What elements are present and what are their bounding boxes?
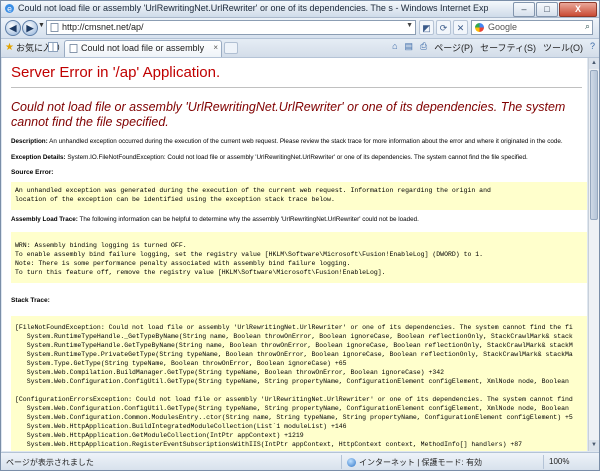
- description-label: Description:: [11, 138, 48, 145]
- url-input[interactable]: http://cmsnet.net/ap/ ▼: [46, 20, 416, 35]
- back-arrow-icon: ◀: [9, 23, 17, 33]
- minimize-button[interactable]: –: [513, 2, 535, 17]
- source-error-label: Source Error:: [11, 169, 54, 176]
- tab-label: Could not load file or assembly 'UrlRewr…: [81, 43, 206, 53]
- assembly-load-trace: Assembly Load Trace: The following infor…: [11, 216, 419, 223]
- exception-text: System.IO.FileNotFoundException: Could n…: [65, 154, 528, 161]
- assembly-trace-box: WRN: Assembly binding logging is turned …: [11, 232, 587, 283]
- forward-arrow-icon: ▶: [26, 23, 34, 33]
- description-text: An unhandled exception occurred during t…: [47, 138, 563, 145]
- close-button[interactable]: X: [559, 2, 597, 17]
- stop-icon[interactable]: ✕: [453, 20, 468, 35]
- status-bar: ページが表示されました インターネット | 保護モード: 有効 100%: [1, 452, 599, 470]
- url-text: http://cmsnet.net/ap/: [62, 22, 144, 32]
- search-engine-label: Google: [488, 22, 518, 32]
- status-divider: [543, 455, 544, 469]
- page-menu[interactable]: ページ(P): [434, 41, 473, 54]
- new-tab-button[interactable]: [224, 42, 238, 54]
- tab-close-icon[interactable]: ×: [213, 43, 218, 52]
- assembly-trace-text: The following information can be helpful…: [77, 216, 419, 223]
- google-icon: [475, 23, 484, 32]
- quick-tabs-icon[interactable]: [48, 42, 58, 52]
- refresh-icon[interactable]: ⟳: [436, 20, 451, 35]
- assembly-trace-label: Assembly Load Trace:: [11, 216, 78, 223]
- address-tools: ◩ ⟳ ✕: [419, 20, 470, 35]
- stack-trace-box: [FileNotFoundException: Could not load f…: [11, 316, 587, 451]
- star-icon: ★: [5, 42, 14, 53]
- stack-trace-label: Stack Trace:: [11, 297, 50, 304]
- globe-icon: [347, 458, 356, 467]
- description: Description: An unhandled exception occu…: [11, 138, 563, 145]
- window-controls: – □ X: [512, 2, 597, 17]
- rss-icon[interactable]: ◩: [419, 20, 434, 35]
- exception-label: Exception Details:: [11, 154, 66, 161]
- search-icon[interactable]: ⌕: [585, 21, 590, 32]
- security-zone[interactable]: インターネット | 保護モード: 有効: [347, 457, 482, 468]
- tools-menu[interactable]: ツール(O): [543, 41, 583, 54]
- address-bar: ◀ ▶ ▼ http://cmsnet.net/ap/ ▼ ◩ ⟳ ✕ Goog…: [1, 18, 599, 39]
- scroll-down-icon[interactable]: ▼: [589, 440, 599, 451]
- zoom-level[interactable]: 100%: [549, 457, 569, 466]
- ie-icon: e: [5, 4, 14, 14]
- page-icon: [69, 44, 78, 53]
- source-error-box: An unhandled exception was generated dur…: [11, 182, 587, 210]
- back-button[interactable]: ◀: [5, 20, 21, 36]
- divider: [11, 87, 582, 88]
- url-dropdown-icon[interactable]: ▼: [406, 22, 413, 29]
- svg-text:e: e: [7, 5, 12, 14]
- security-zone-text: インターネット | 保護モード: 有効: [359, 458, 482, 467]
- status-text: ページが表示されました: [6, 458, 94, 467]
- browser-window: e Could not load file or assembly 'UrlRe…: [0, 0, 600, 471]
- home-icon[interactable]: ⌂: [392, 41, 397, 54]
- vertical-scrollbar[interactable]: ▲ ▼: [588, 58, 599, 451]
- status-divider: [341, 455, 342, 469]
- scroll-thumb[interactable]: [590, 70, 598, 220]
- help-icon[interactable]: ?: [590, 41, 595, 54]
- tab-bar: ★ お気に入り Could not load file or assembly …: [1, 39, 599, 58]
- forward-button[interactable]: ▶: [22, 20, 38, 36]
- command-bar: ⌂ ▤ ⎙ ページ(P) セーフティ(S) ツール(O) ?: [385, 41, 595, 54]
- safety-menu[interactable]: セーフティ(S): [480, 41, 536, 54]
- page-content: Server Error in '/ap' Application. Could…: [2, 58, 587, 451]
- page-heading: Server Error in '/ap' Application.: [11, 64, 221, 81]
- exception-details: Exception Details: System.IO.FileNotFoun…: [11, 154, 528, 161]
- title-bar[interactable]: e Could not load file or assembly 'UrlRe…: [1, 1, 599, 18]
- tab-active[interactable]: Could not load file or assembly 'UrlRewr…: [64, 40, 222, 57]
- print-icon[interactable]: ⎙: [420, 41, 427, 54]
- scroll-up-icon[interactable]: ▲: [589, 58, 599, 69]
- window-title: Could not load file or assembly 'UrlRewr…: [18, 3, 488, 13]
- search-input[interactable]: Google ⌕: [471, 20, 593, 35]
- feeds-icon[interactable]: ▤: [405, 41, 414, 54]
- error-title: Could not load file or assembly 'UrlRewr…: [11, 100, 566, 129]
- history-dropdown-icon[interactable]: ▼: [38, 22, 45, 29]
- page-icon: [50, 23, 59, 32]
- maximize-button[interactable]: □: [536, 2, 558, 17]
